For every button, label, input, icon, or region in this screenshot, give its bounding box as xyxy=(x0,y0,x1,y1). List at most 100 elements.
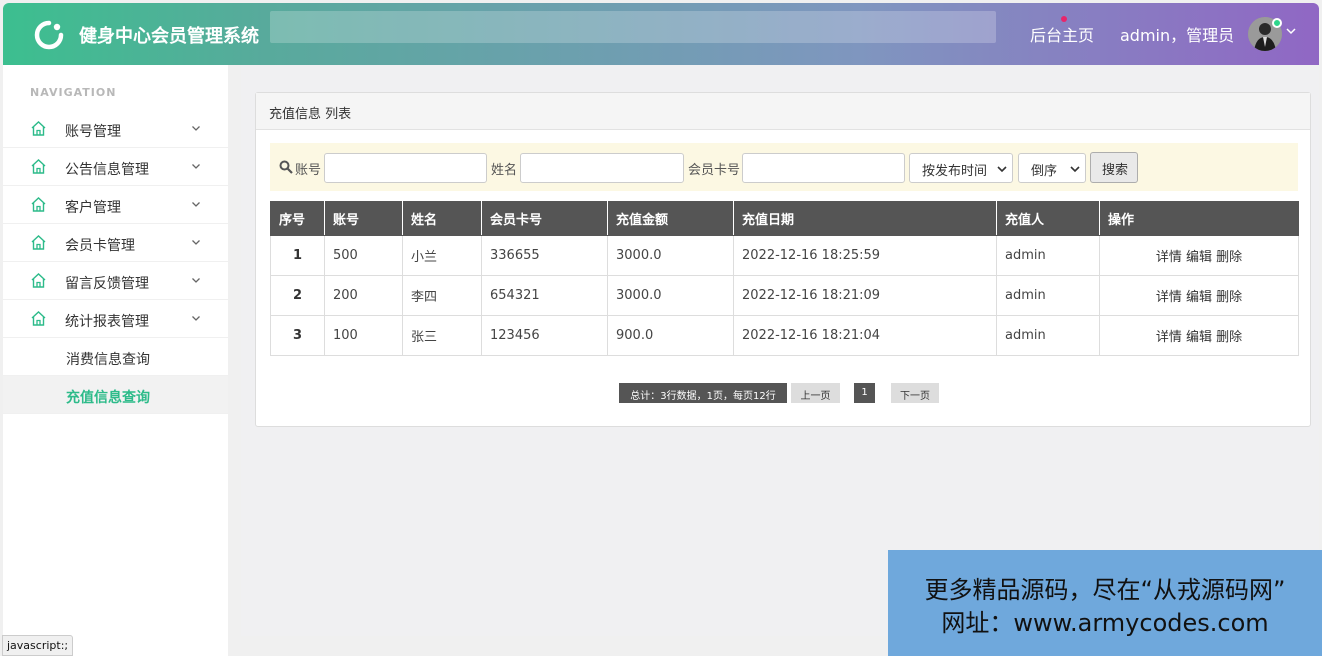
cell-amount: 3000.0 xyxy=(607,235,734,276)
refresh-circle-icon[interactable] xyxy=(33,19,65,51)
table-row: 1 500 小兰 336655 3000.0 2022-12-16 18:25:59 adm… xyxy=(270,235,1299,276)
sidebar: NAVIGATION 账号管理公告信息管理 客户管理会员卡管理留言反馈管理 统计报表… xyxy=(3,65,228,656)
delete-link[interactable]: 删除 xyxy=(1216,250,1242,265)
column-header: 充值人 xyxy=(996,201,1100,236)
cell-date: 2022-12-16 18:21:04 xyxy=(733,315,997,356)
app-title[interactable]: 健身中心会员管理系统 xyxy=(79,22,259,48)
table-row: 3 100 张三 123456 900.0 2022-12-16 18:21:04 admi… xyxy=(270,315,1299,356)
user-name[interactable]: admin，管理员 xyxy=(1120,22,1234,46)
chevron-down-icon xyxy=(191,198,201,208)
delete-link[interactable]: 删除 xyxy=(1216,330,1242,345)
header-search-bar[interactable] xyxy=(270,11,996,43)
prev-page-button[interactable]: 上一页 xyxy=(791,383,840,403)
sort-order-select[interactable]: 倒序 xyxy=(1018,153,1086,183)
sidebar-item-label: 会员卡管理 xyxy=(65,238,135,254)
card-label: 会员卡号 xyxy=(688,163,741,178)
sidebar-item[interactable]: 留言反馈管理 xyxy=(3,262,228,300)
edit-link[interactable]: 编辑 xyxy=(1186,330,1212,345)
column-header: 操作 xyxy=(1099,201,1299,236)
delete-link[interactable]: 删除 xyxy=(1216,290,1242,305)
nav-heading: NAVIGATION xyxy=(30,86,117,99)
top-header: 健身中心会员管理系统 后台主页 admin，管理员 xyxy=(3,3,1319,65)
watermark-line-2: 网址：www.armycodes.com xyxy=(941,609,1269,637)
online-status-dot xyxy=(1272,18,1282,28)
chevron-down-icon xyxy=(191,274,201,284)
sidebar-item[interactable]: 会员卡管理 xyxy=(3,224,228,262)
cell-account: 100 xyxy=(324,315,403,356)
home-icon xyxy=(30,234,47,251)
sort-order-value: 倒序 xyxy=(1031,164,1058,179)
watermark-line-1: 更多精品源码，尽在“从戎源码网” xyxy=(924,576,1286,604)
sidebar-item-label: 公告信息管理 xyxy=(65,162,149,178)
sidebar-subitem-label: 充值信息查询 xyxy=(66,390,150,406)
current-page[interactable]: 1 xyxy=(854,383,875,403)
home-icon xyxy=(30,310,47,327)
sidebar-subitem[interactable]: 充值信息查询 xyxy=(3,376,228,414)
table-body: 1 500 小兰 336655 3000.0 2022-12-16 18:25:59 adm… xyxy=(270,235,1299,356)
cell-amount: 3000.0 xyxy=(607,275,734,316)
pagination-summary: 总计：3行数据，1页，每页12行 xyxy=(619,383,787,403)
cell-idx: 2 xyxy=(270,275,325,316)
cell-card: 336655 xyxy=(481,235,608,276)
chevron-down-icon xyxy=(191,312,201,322)
search-button[interactable]: 搜索 xyxy=(1090,152,1138,183)
cell-account: 500 xyxy=(324,235,403,276)
chevron-down-icon xyxy=(191,236,201,246)
column-header: 姓名 xyxy=(402,201,482,236)
cell-actions: 详情 编辑 删除 xyxy=(1099,235,1299,276)
sort-field-value: 按发布时间 xyxy=(922,164,988,179)
chevron-down-icon xyxy=(997,166,1007,173)
next-page-button[interactable]: 下一页 xyxy=(891,383,939,403)
cell-actions: 详情 编辑 删除 xyxy=(1099,315,1299,356)
cell-date: 2022-12-16 18:25:59 xyxy=(733,235,997,276)
cell-name: 小兰 xyxy=(402,235,482,276)
home-icon xyxy=(30,158,47,175)
sidebar-item[interactable]: 账号管理 xyxy=(3,110,228,148)
column-header: 账号 xyxy=(324,201,403,236)
cell-idx: 1 xyxy=(270,235,325,276)
recharge-list-panel: 充值信息 列表 账号 姓名 会员卡号 按发布时间 倒序 搜索 序号 账号 姓名 会员卡… xyxy=(255,92,1311,427)
home-icon xyxy=(30,120,47,137)
cell-name: 李四 xyxy=(402,275,482,316)
edit-link[interactable]: 编辑 xyxy=(1186,290,1212,305)
sidebar-subitem[interactable]: 消费信息查询 xyxy=(3,338,228,376)
cell-by: admin xyxy=(996,315,1100,356)
search-bar: 账号 姓名 会员卡号 按发布时间 倒序 搜索 xyxy=(270,143,1298,191)
table-row: 2 200 李四 654321 3000.0 2022-12-16 18:21:09 adm… xyxy=(270,275,1299,316)
cell-account: 200 xyxy=(324,275,403,316)
sidebar-item[interactable]: 统计报表管理 xyxy=(3,300,228,338)
sort-field-select[interactable]: 按发布时间 xyxy=(909,153,1013,183)
detail-link[interactable]: 详情 xyxy=(1156,250,1182,265)
column-header: 会员卡号 xyxy=(481,201,608,236)
name-label: 姓名 xyxy=(491,163,518,178)
chevron-down-icon xyxy=(191,122,201,132)
sidebar-item-label: 账号管理 xyxy=(65,124,121,140)
sidebar-item-label: 留言反馈管理 xyxy=(65,276,149,292)
card-number-input[interactable] xyxy=(742,153,905,183)
sidebar-item[interactable]: 客户管理 xyxy=(3,186,228,224)
cell-idx: 3 xyxy=(270,315,325,356)
chevron-down-icon xyxy=(1070,166,1080,173)
cell-name: 张三 xyxy=(402,315,482,356)
column-header: 充值日期 xyxy=(733,201,997,236)
cell-card: 654321 xyxy=(481,275,608,316)
cell-by: admin xyxy=(996,235,1100,276)
home-link[interactable]: 后台主页 xyxy=(1030,22,1094,46)
edit-link[interactable]: 编辑 xyxy=(1186,250,1212,265)
cell-date: 2022-12-16 18:21:09 xyxy=(733,275,997,316)
name-input[interactable] xyxy=(520,153,684,183)
panel-title: 充值信息 列表 xyxy=(256,93,1310,130)
cell-card: 123456 xyxy=(481,315,608,356)
detail-link[interactable]: 详情 xyxy=(1156,330,1182,345)
home-icon xyxy=(30,196,47,213)
detail-link[interactable]: 详情 xyxy=(1156,290,1182,305)
sidebar-item-label: 客户管理 xyxy=(65,200,121,216)
chevron-down-icon[interactable] xyxy=(1286,25,1296,39)
account-input[interactable] xyxy=(324,153,487,183)
chevron-down-icon xyxy=(191,160,201,170)
column-header: 序号 xyxy=(270,201,325,236)
sidebar-item[interactable]: 公告信息管理 xyxy=(3,148,228,186)
status-bar: javascript:; xyxy=(2,635,74,656)
cell-actions: 详情 编辑 删除 xyxy=(1099,275,1299,316)
sidebar-item-label: 统计报表管理 xyxy=(65,314,149,330)
